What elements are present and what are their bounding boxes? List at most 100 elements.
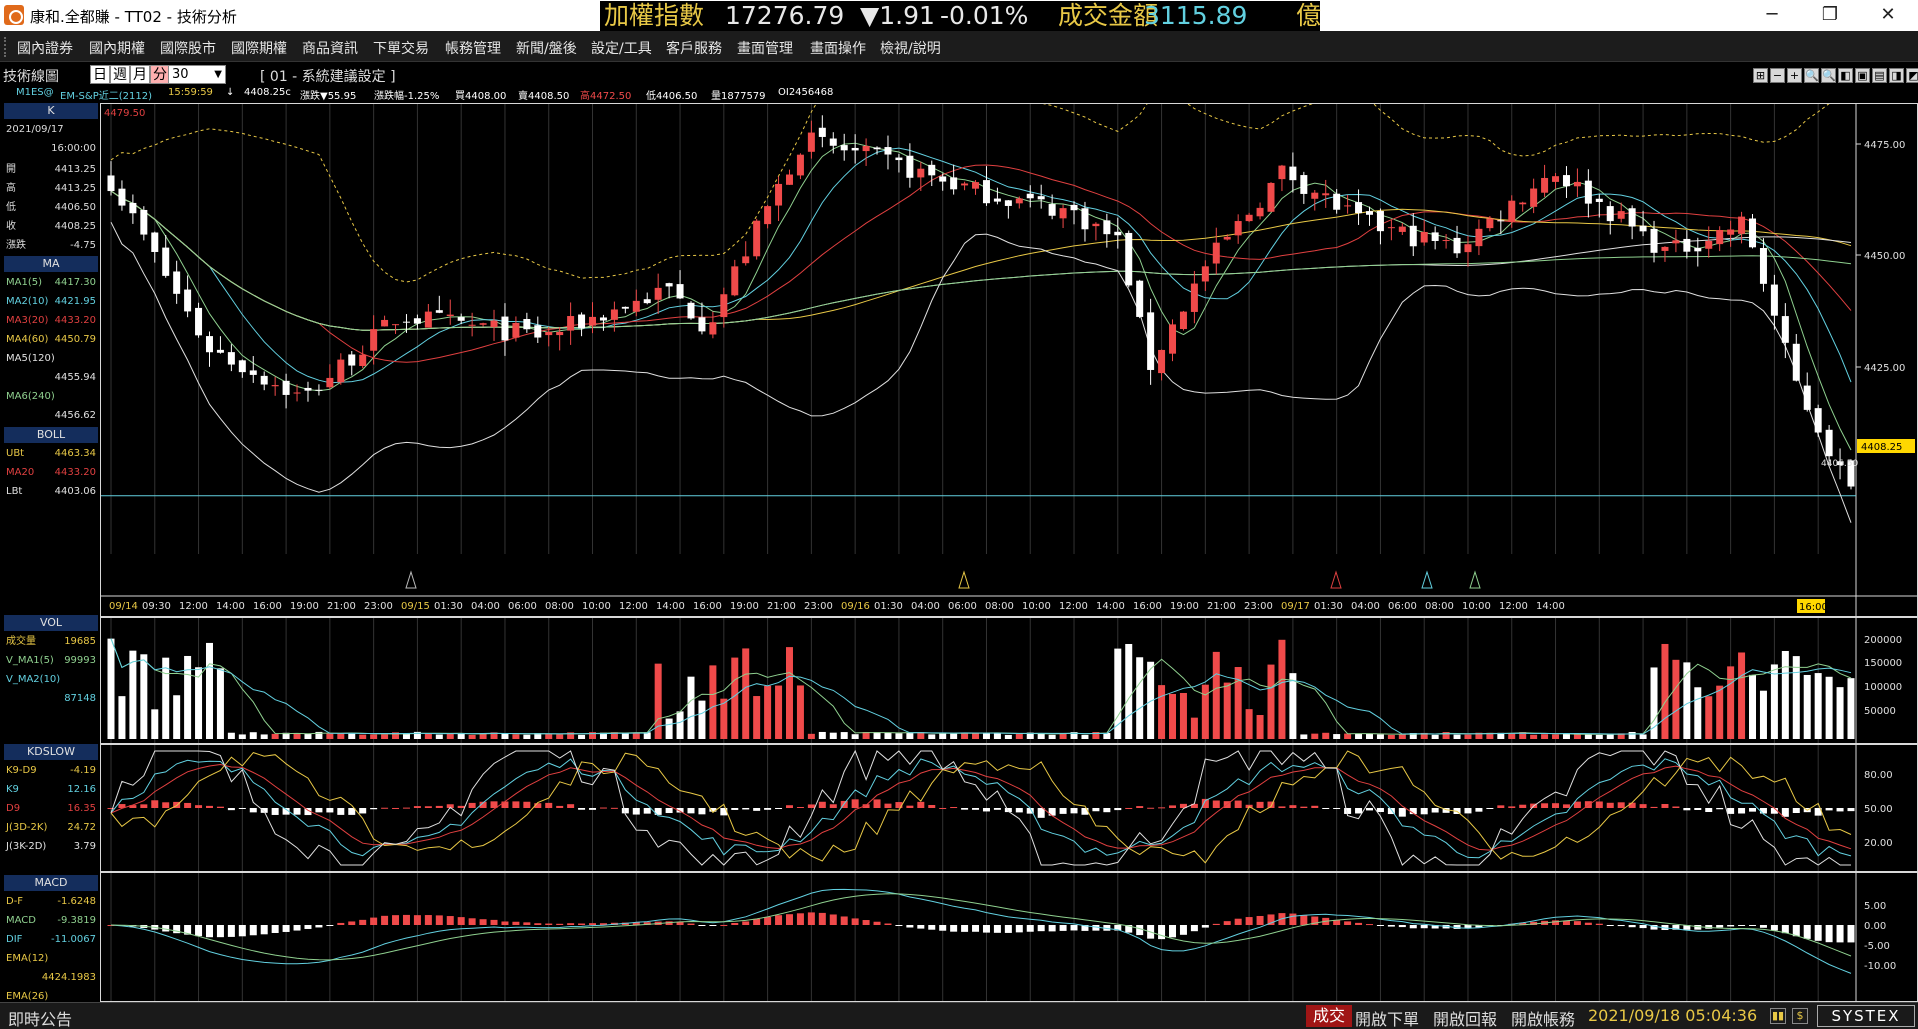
candle-body[interactable]: [1792, 343, 1800, 381]
candle-body[interactable]: [490, 320, 498, 328]
volume-bar[interactable]: [1190, 717, 1198, 739]
candle-body[interactable]: [928, 164, 936, 176]
volume-bar[interactable]: [873, 732, 881, 739]
candle-body[interactable]: [1628, 208, 1636, 227]
candle-body[interactable]: [840, 145, 848, 151]
candle-body[interactable]: [1453, 237, 1461, 254]
volume-bar[interactable]: [1158, 685, 1166, 739]
volume-bar[interactable]: [1431, 734, 1439, 739]
volume-bar[interactable]: [107, 638, 115, 739]
volume-bar[interactable]: [293, 733, 301, 739]
volume-bar[interactable]: [1584, 734, 1592, 739]
menu-item-0[interactable]: 國內證券: [17, 38, 73, 58]
volume-bar[interactable]: [1836, 687, 1844, 739]
volume-bar[interactable]: [1015, 734, 1023, 739]
candle-body[interactable]: [917, 168, 925, 178]
volume-bar[interactable]: [1311, 733, 1319, 739]
candle-body[interactable]: [1256, 207, 1264, 217]
volume-bar[interactable]: [1705, 696, 1713, 739]
candle-body[interactable]: [1530, 188, 1538, 207]
candle-body[interactable]: [939, 176, 947, 182]
volume-bar[interactable]: [545, 733, 553, 739]
candle-body[interactable]: [1617, 211, 1625, 219]
candle-body[interactable]: [413, 318, 421, 324]
macd-chart[interactable]: 5.00 0.00 -5.00 -10.00: [101, 873, 1917, 1001]
candle-body[interactable]: [424, 311, 432, 328]
volume-bar[interactable]: [993, 733, 1001, 739]
candle-body[interactable]: [1442, 240, 1450, 242]
menu-item-5[interactable]: 下單交易: [373, 38, 429, 58]
candle-body[interactable]: [775, 183, 783, 206]
candle-body[interactable]: [1037, 196, 1045, 200]
volume-bar[interactable]: [632, 732, 640, 739]
volume-bar[interactable]: [1398, 734, 1406, 739]
candle-body[interactable]: [1781, 316, 1789, 343]
announcement-label[interactable]: 即時公告: [8, 1006, 72, 1029]
candle-body[interactable]: [665, 283, 673, 287]
period-day-button[interactable]: 日: [90, 65, 110, 84]
candle-body[interactable]: [764, 206, 772, 225]
candle-body[interactable]: [1344, 205, 1352, 207]
open-report-button[interactable]: 開啟回報: [1433, 1006, 1497, 1029]
volume-bar[interactable]: [950, 733, 958, 739]
candle-body[interactable]: [1245, 214, 1253, 222]
candle-body[interactable]: [807, 132, 815, 152]
candle-body[interactable]: [337, 359, 345, 383]
volume-bar[interactable]: [402, 733, 410, 739]
candle-body[interactable]: [359, 354, 367, 366]
volume-panel[interactable]: 200000 150000 100000 50000: [100, 617, 1918, 744]
volume-bar[interactable]: [140, 654, 148, 739]
candle-body[interactable]: [1759, 248, 1767, 284]
volume-bar[interactable]: [118, 696, 126, 739]
volume-bar[interactable]: [1694, 687, 1702, 739]
menu-item-8[interactable]: 設定/工具: [591, 38, 652, 58]
candle-body[interactable]: [260, 375, 268, 385]
volume-bar[interactable]: [1552, 734, 1560, 739]
volume-bar[interactable]: [173, 695, 181, 739]
candle-body[interactable]: [567, 316, 575, 331]
interval-select[interactable]: 30 ▼: [168, 65, 226, 84]
layout-icon[interactable]: ◧: [1838, 68, 1853, 83]
candle-body[interactable]: [972, 182, 980, 189]
candle-body[interactable]: [818, 127, 826, 137]
candle-body[interactable]: [621, 306, 629, 309]
candle-body[interactable]: [851, 147, 859, 151]
period-minute-button[interactable]: 分: [150, 65, 170, 84]
candle-body[interactable]: [457, 317, 465, 321]
candle-body[interactable]: [1289, 166, 1297, 181]
volume-bar[interactable]: [1333, 734, 1341, 739]
volume-bar[interactable]: [1606, 734, 1614, 739]
candle-body[interactable]: [950, 177, 958, 190]
candle-body[interactable]: [162, 247, 170, 276]
candle-body[interactable]: [1486, 218, 1494, 229]
candle-body[interactable]: [534, 325, 542, 338]
candle-body[interactable]: [1267, 182, 1275, 212]
volume-bar[interactable]: [1803, 674, 1811, 739]
volume-bar[interactable]: [326, 733, 334, 739]
candle-body[interactable]: [227, 352, 235, 365]
volume-bar[interactable]: [1234, 667, 1242, 739]
zoom-out-icon[interactable]: 🔍: [1821, 68, 1836, 83]
candle-body[interactable]: [1387, 227, 1395, 229]
candle-body[interactable]: [731, 266, 739, 296]
volume-bar[interactable]: [1814, 673, 1822, 739]
candle-body[interactable]: [709, 322, 717, 335]
candle-body[interactable]: [1705, 240, 1713, 249]
candle-body[interactable]: [1770, 284, 1778, 316]
volume-bar[interactable]: [753, 696, 761, 739]
volume-bar[interactable]: [1628, 731, 1636, 739]
candle-body[interactable]: [1103, 220, 1111, 235]
candle-body[interactable]: [370, 329, 378, 351]
volume-bar[interactable]: [370, 734, 378, 739]
grid-icon[interactable]: ⊞: [1753, 68, 1768, 83]
candle-body[interactable]: [1497, 220, 1505, 222]
volume-bar[interactable]: [939, 733, 947, 739]
volume-bar[interactable]: [665, 718, 673, 739]
candle-body[interactable]: [151, 232, 159, 252]
candle-body[interactable]: [1212, 242, 1220, 264]
candle-body[interactable]: [884, 147, 892, 155]
candle-body[interactable]: [479, 323, 487, 325]
period-week-button[interactable]: 週: [110, 65, 130, 84]
plus-icon[interactable]: +: [1787, 68, 1802, 83]
candle-body[interactable]: [906, 155, 914, 178]
